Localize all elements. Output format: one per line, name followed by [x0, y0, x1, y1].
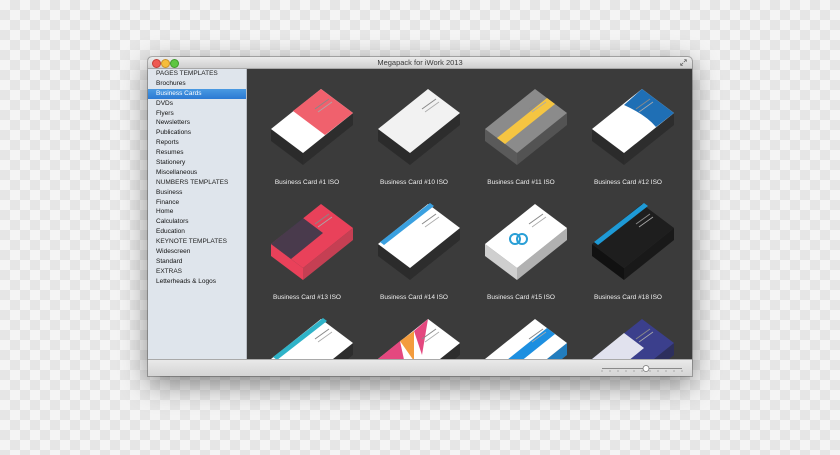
- template-tile[interactable]: Business Card #14 ISO: [360, 190, 468, 308]
- sidebar-section-pages-templates: PAGES TEMPLATES: [156, 70, 218, 77]
- template-label: Business Card #12 ISO: [594, 179, 662, 186]
- sidebar-item-finance[interactable]: Finance: [148, 198, 246, 208]
- fullscreen-icon[interactable]: [680, 59, 687, 66]
- sidebar-item-miscellaneous[interactable]: Miscellaneous: [148, 168, 246, 178]
- card-stack-thumbnail: [592, 319, 674, 359]
- sidebar-item-stationery[interactable]: Stationery: [148, 158, 246, 168]
- sidebar-section-numbers-templates: NUMBERS TEMPLATES: [156, 178, 229, 186]
- card-stack-thumbnail: [485, 319, 567, 359]
- template-label: Business Card #11 ISO: [487, 179, 555, 186]
- template-tile[interactable]: [467, 305, 575, 359]
- card-stack-thumbnail: [592, 89, 674, 165]
- template-tile[interactable]: [253, 305, 361, 359]
- template-label: Business Card #10 ISO: [380, 179, 448, 186]
- status-bar: [148, 359, 692, 376]
- template-tile[interactable]: Business Card #13 ISO: [253, 190, 361, 308]
- template-tile[interactable]: Business Card #18 ISO: [574, 190, 682, 308]
- template-tile[interactable]: Business Card #15 ISO: [467, 190, 575, 308]
- sidebar-item-calculators[interactable]: Calculators: [148, 217, 246, 227]
- sidebar-item-letterheads-and-logos[interactable]: Letterheads & Logos: [148, 277, 246, 287]
- template-label: Business Card #13 ISO: [273, 294, 341, 301]
- template-label: Business Card #15 ISO: [487, 294, 555, 301]
- card-stack-thumbnail: [271, 318, 353, 359]
- zoom-slider[interactable]: [600, 364, 684, 373]
- sidebar-item-resumes[interactable]: Resumes: [148, 148, 246, 158]
- sidebar-item-flyers[interactable]: Flyers: [148, 109, 246, 119]
- window-title: Megapack for iWork 2013: [377, 58, 463, 67]
- sidebar-item-home[interactable]: Home: [148, 207, 246, 217]
- sidebar-item-publications[interactable]: Publications: [148, 128, 246, 138]
- template-label: Business Card #1 ISO: [274, 179, 340, 186]
- category-sidebar: PAGES TEMPLATES Brochures Business Cards DV…: [148, 69, 247, 359]
- card-stack-thumbnail: [378, 203, 460, 280]
- card-stack-thumbnail: [378, 89, 460, 165]
- sidebar-section-keynote-templates: KEYNOTE TEMPLATES: [156, 238, 227, 246]
- sidebar-item-reports[interactable]: Reports: [148, 138, 246, 148]
- title-bar[interactable]: Megapack for iWork 2013: [148, 57, 692, 69]
- sidebar-section-extras: EXTRAS: [156, 267, 183, 275]
- template-tile[interactable]: Business Card #10 ISO: [360, 75, 468, 193]
- sidebar-item-business-cards[interactable]: Business Cards: [148, 88, 246, 99]
- card-stack-thumbnail: [485, 89, 567, 165]
- sidebar-item-newsletters[interactable]: Newsletters: [148, 118, 246, 128]
- template-tile[interactable]: [360, 305, 468, 359]
- card-stack-thumbnail: [378, 319, 460, 359]
- template-label: Business Card #14 ISO: [380, 294, 448, 301]
- sidebar-item-dvds[interactable]: DVDs: [148, 99, 246, 109]
- sidebar-item-widescreen[interactable]: Widescreen: [148, 247, 246, 257]
- template-tile[interactable]: Business Card #1 ISO: [253, 75, 361, 193]
- sidebar-item-brochures[interactable]: Brochures: [148, 79, 246, 89]
- card-stack-thumbnail: [592, 203, 674, 280]
- card-stack-thumbnail: [271, 204, 353, 280]
- template-label: Business Card #18 ISO: [594, 294, 662, 301]
- app-window: Megapack for iWork 2013 PAGES TEMPLATES B…: [148, 57, 692, 376]
- template-tile[interactable]: [574, 305, 682, 359]
- template-grid: Business Card #1 ISO Business Card #10 IS…: [247, 69, 692, 359]
- template-tile[interactable]: Business Card #12 ISO: [574, 75, 682, 193]
- template-tile[interactable]: Business Card #11 ISO: [467, 75, 575, 193]
- sidebar-item-business[interactable]: Business: [148, 188, 246, 198]
- card-stack-thumbnail: [271, 89, 353, 165]
- sidebar-item-education[interactable]: Education: [148, 227, 246, 237]
- card-stack-thumbnail: [485, 204, 567, 280]
- sidebar-item-standard[interactable]: Standard: [148, 257, 246, 267]
